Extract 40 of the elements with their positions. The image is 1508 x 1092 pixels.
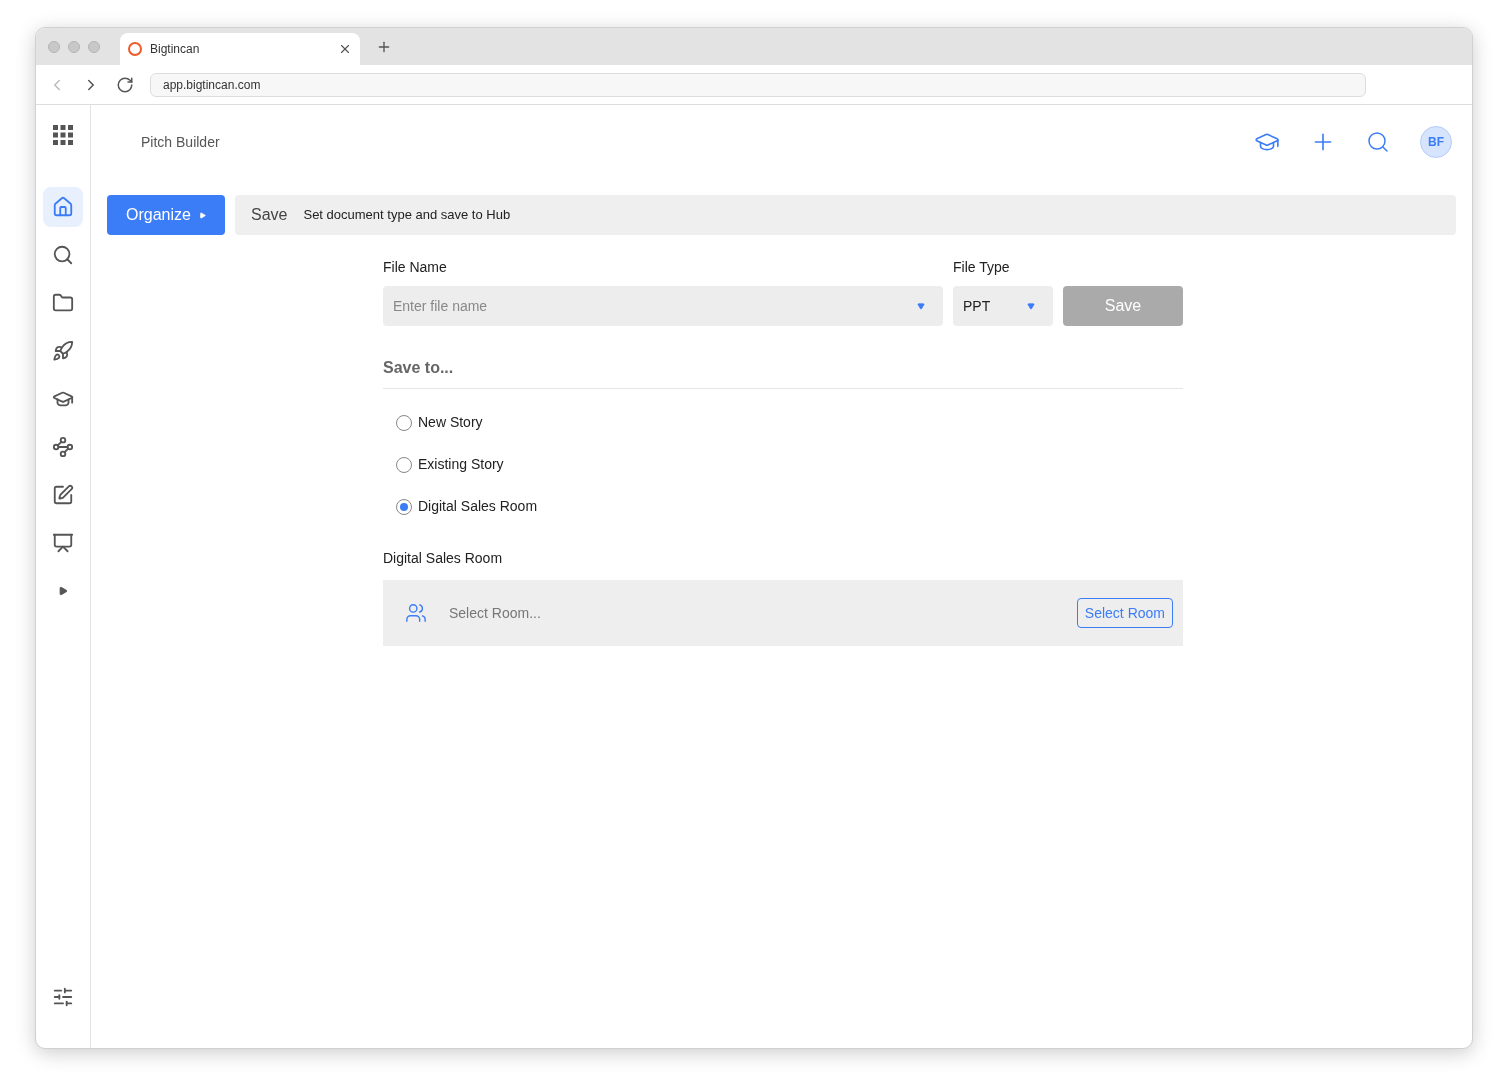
step-description: Set document type and save to Hub xyxy=(303,206,511,225)
folder-icon xyxy=(52,292,74,314)
radio-button[interactable] xyxy=(396,414,412,431)
dropdown-caret-icon xyxy=(1027,302,1035,310)
strategy-icon xyxy=(52,436,74,458)
browser-tab[interactable]: Bigtincan xyxy=(120,33,360,65)
field-label: Digital Sales Room xyxy=(383,549,504,568)
people-icon xyxy=(405,602,427,624)
edit-icon xyxy=(52,484,74,506)
field-label: File Type xyxy=(953,258,1011,277)
search-icon xyxy=(52,244,74,266)
search-icon[interactable] xyxy=(1366,130,1390,154)
caret-icon xyxy=(198,211,206,219)
radio-option[interactable]: Digital Sales Room xyxy=(396,495,1183,518)
room-select-field[interactable]: Select Room... Select Room xyxy=(383,580,1183,646)
presentation-board-icon xyxy=(52,532,74,554)
file-name-field[interactable]: Enter file name xyxy=(383,286,943,326)
radio-option[interactable]: New Story xyxy=(396,411,1183,434)
sidebar-item[interactable] xyxy=(43,187,83,227)
room-placeholder: Select Room... xyxy=(449,603,542,623)
radio-button[interactable] xyxy=(396,498,412,515)
home-icon xyxy=(52,196,74,218)
settings-sliders-icon[interactable] xyxy=(52,986,74,1008)
rocket-icon xyxy=(52,340,74,362)
organize-step-button[interactable]: Organize xyxy=(107,195,225,235)
reload-icon[interactable] xyxy=(116,75,134,94)
radio-option[interactable]: Existing Story xyxy=(396,453,1183,476)
dropdown-caret-icon xyxy=(917,302,925,310)
section-heading: Save to... xyxy=(383,356,1183,389)
caret-icon xyxy=(58,586,68,596)
close-icon[interactable] xyxy=(338,42,352,56)
address-bar[interactable]: app.bigtincan.com xyxy=(150,72,1366,97)
logo-icon xyxy=(128,42,142,56)
tab-title: Bigtincan xyxy=(150,41,201,58)
radio-button[interactable] xyxy=(396,456,412,473)
field-label: File Name xyxy=(383,258,448,277)
app-grid-icon[interactable] xyxy=(53,125,73,145)
app-title: Pitch Builder xyxy=(141,132,221,152)
file-type-dropdown[interactable]: PPT xyxy=(953,286,1053,326)
step-title: Save xyxy=(251,205,288,225)
